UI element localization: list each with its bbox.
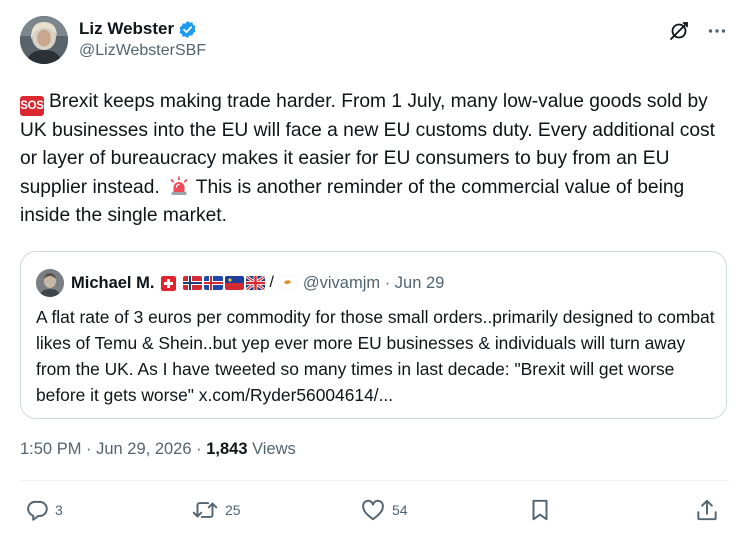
- like-count: 54: [392, 502, 408, 518]
- retweet-icon: [190, 497, 220, 523]
- more-icon[interactable]: [706, 20, 728, 42]
- uk-flag-icon: [246, 276, 266, 290]
- views-count: 1,843: [206, 440, 248, 458]
- share-icon: [694, 497, 720, 523]
- action-bar: 3 25 54: [20, 497, 730, 531]
- quoted-author-avatar: [36, 269, 64, 297]
- retweet-count: 25: [225, 502, 241, 518]
- reply-button[interactable]: 3: [24, 497, 63, 523]
- quoted-tweet-header: Michael M. / @vivamjm · Jun 29: [36, 269, 444, 297]
- retweet-button[interactable]: 25: [190, 497, 241, 523]
- sos-emoji-icon: SOS: [20, 96, 44, 116]
- like-icon: [359, 497, 387, 523]
- siren-emoji-icon: [168, 175, 190, 197]
- author-info: Liz Webster @LizWebsterSBF: [79, 19, 206, 60]
- quoted-author-flags: /: [161, 274, 297, 292]
- author-avatar[interactable]: [20, 16, 68, 64]
- grok-icon[interactable]: [668, 20, 690, 42]
- quoted-tweet[interactable]: Michael M. / @vivamjm · Jun 29 A flat ra…: [20, 251, 727, 419]
- tweet-text: SOS Brexit keeps making trade harder. Fro…: [20, 88, 732, 231]
- bookmark-button[interactable]: [527, 497, 553, 523]
- share-button[interactable]: [694, 497, 720, 523]
- tweet-header: Liz Webster @LizWebsterSBF: [20, 14, 730, 70]
- reply-count: 3: [55, 502, 63, 518]
- quoted-author-handle-date: @vivamjm · Jun 29: [302, 273, 445, 292]
- liechtenstein-flag-icon: [225, 276, 245, 290]
- tweet-meta: 1:50 PM · Jun 29, 2026 · 1,843 Views: [20, 440, 296, 459]
- quoted-author-name: Michael M.: [71, 273, 155, 292]
- verified-badge-icon[interactable]: [178, 20, 197, 39]
- quoted-tweet-text: A flat rate of 3 euros per commodity for…: [36, 307, 715, 405]
- author-handle[interactable]: @LizWebsterSBF: [79, 42, 206, 60]
- bookmark-icon: [527, 497, 553, 523]
- tweet-timestamp[interactable]: 1:50 PM · Jun 29, 2026 ·: [20, 440, 206, 458]
- reply-icon: [24, 497, 50, 523]
- author-display-name[interactable]: Liz Webster: [79, 19, 174, 39]
- header-actions: [668, 20, 728, 42]
- views-label: Views: [247, 440, 296, 458]
- flag-separator: /: [269, 274, 274, 291]
- iceland-flag-icon: [204, 276, 224, 290]
- like-button[interactable]: 54: [359, 497, 408, 523]
- norway-flag-icon: [183, 276, 203, 290]
- cyprus-flag-icon: [277, 276, 297, 290]
- divider: [20, 480, 730, 481]
- swiss-flag-icon: [161, 275, 177, 291]
